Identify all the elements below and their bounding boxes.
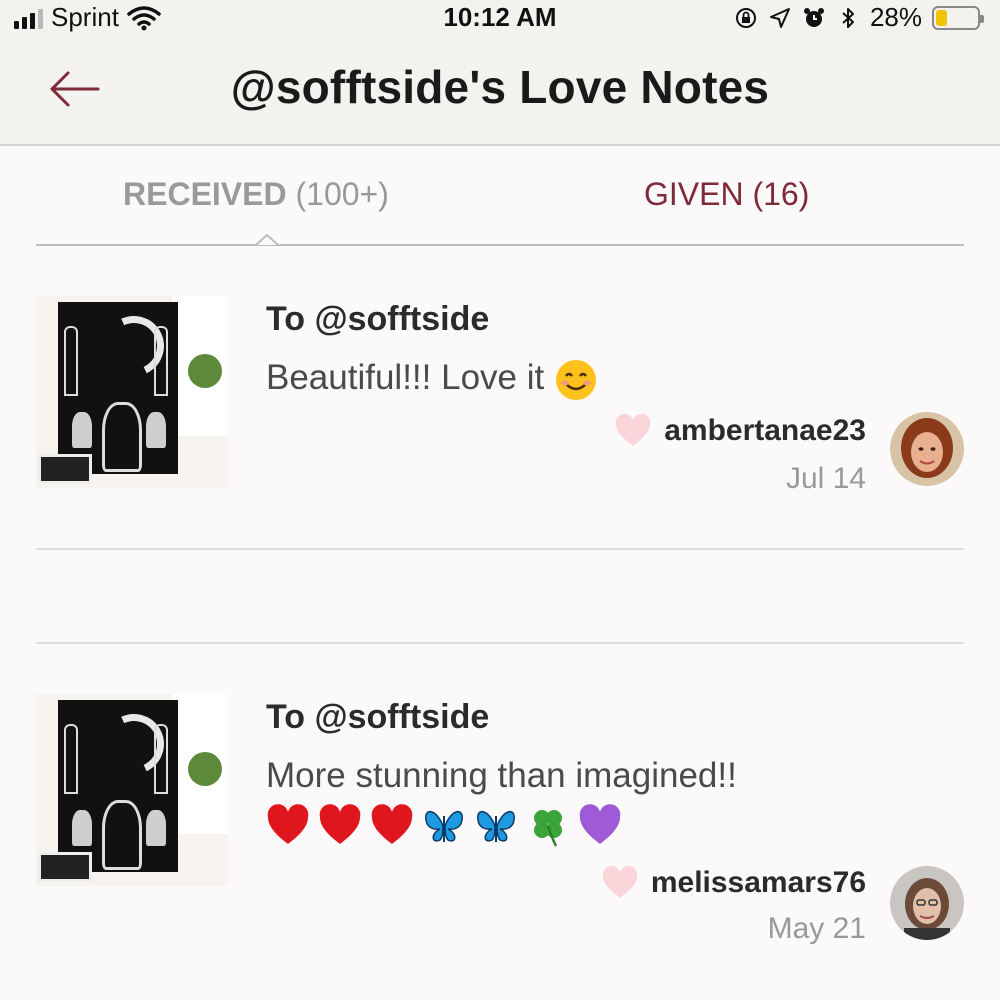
orientation-lock-icon — [735, 7, 756, 28]
note-giver[interactable]: ambertanae23 — [614, 414, 866, 448]
product-thumbnail[interactable] — [36, 694, 228, 886]
butterfly-icon — [422, 804, 466, 848]
location-icon — [769, 7, 790, 28]
page-title: @sofftside's Love Notes — [230, 61, 770, 113]
note-giver[interactable]: melissamars76 — [601, 866, 866, 900]
note-date: May 21 — [767, 912, 866, 945]
note-recipient: To @sofftside — [266, 698, 490, 736]
note-date: Jul 14 — [785, 462, 866, 495]
red-heart-icon — [370, 804, 414, 848]
bluetooth-icon — [842, 7, 854, 28]
status-right: 28% — [734, 2, 984, 33]
divider — [36, 642, 964, 644]
battery-level — [936, 9, 947, 26]
status-bar: Sprint 10:12 AM 28% — [0, 0, 1000, 34]
red-heart-icon — [266, 804, 310, 848]
battery-icon — [932, 5, 984, 30]
note-message-text: More stunning than imagined!! — [266, 756, 737, 795]
love-note: To @sofftside Beautiful!!! Love it amber… — [36, 296, 964, 496]
alarm-icon — [803, 7, 824, 27]
note-message: Beautiful!!! Love it — [266, 352, 866, 404]
tab-indicator-caret — [256, 234, 278, 246]
four-leaf-clover-icon — [526, 804, 570, 848]
avatar[interactable] — [890, 866, 964, 940]
heart-icon — [614, 414, 652, 448]
product-thumbnail[interactable] — [36, 296, 228, 488]
red-heart-icon — [318, 804, 362, 848]
butterfly-icon — [474, 804, 518, 848]
note-message: More stunning than imagined!! — [266, 750, 866, 848]
tab-bar: RECEIVED (100+) GIVEN (16) — [36, 170, 964, 246]
tab-received-label: RECEIVED — [123, 176, 287, 212]
love-note: To @sofftside More stunning than imagine… — [36, 694, 964, 954]
note-recipient: To @sofftside — [266, 300, 490, 338]
tab-received-count: (100+) — [295, 176, 389, 212]
giver-username: ambertanae23 — [664, 414, 866, 447]
giver-username: melissamars76 — [650, 866, 866, 899]
heart-icon — [601, 866, 639, 900]
nav-header: @sofftside's Love Notes — [0, 34, 1000, 146]
note-message-text: Beautiful!!! Love it — [266, 358, 545, 397]
avatar[interactable] — [890, 412, 964, 486]
tab-received[interactable]: RECEIVED (100+) — [123, 176, 389, 213]
tab-given[interactable]: GIVEN (16) — [644, 176, 809, 213]
divider — [36, 548, 964, 550]
emoji-row — [266, 804, 866, 848]
smiling-face-icon — [554, 358, 598, 402]
purple-heart-icon — [578, 804, 622, 848]
battery-percent: 28% — [869, 2, 922, 32]
